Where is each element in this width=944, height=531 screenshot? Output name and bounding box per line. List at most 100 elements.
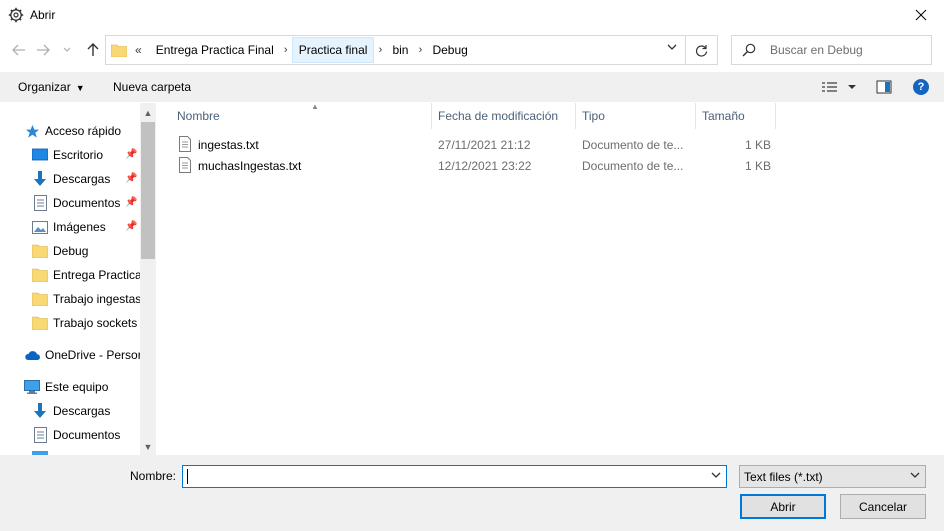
nav-item-este-equipo[interactable]: Este equipo <box>24 376 156 398</box>
documents-icon <box>32 427 48 443</box>
breadcrumb-debug[interactable]: Debug <box>426 37 473 63</box>
column-label: Nombre <box>177 109 220 123</box>
text-file-icon <box>179 157 191 173</box>
scroll-up-icon[interactable]: ▲ <box>140 105 156 121</box>
chevron-down-icon <box>63 47 71 52</box>
nav-item-trabajo-sockets[interactable]: Trabajo sockets <box>32 312 156 334</box>
column-label: Tamaño <box>702 109 745 123</box>
breadcrumb-practica-final[interactable]: Practica final <box>291 37 375 63</box>
navigation-pane: Acceso rápido Escritorio 📌 Descargas 📌 D… <box>0 103 156 455</box>
address-dropdown-icon[interactable] <box>667 44 677 51</box>
caret-down-icon: ▼ <box>75 83 85 93</box>
breadcrumb-separator-icon[interactable]: › <box>414 44 426 56</box>
nav-item-label: Descargas <box>53 404 111 418</box>
nav-item-trabajo-ingestas[interactable]: Trabajo ingestas <box>32 288 156 310</box>
window-title: Abrir <box>30 8 56 22</box>
new-folder-label: Nueva carpeta <box>113 80 192 94</box>
file-type: Documento de te... <box>582 159 684 173</box>
breadcrumb-separator-icon[interactable]: › <box>280 44 292 56</box>
dialog-footer: Nombre: Text files (*.txt) Abrir Cancela… <box>0 455 944 531</box>
breadcrumb-entrega-practica-final[interactable]: Entrega Practica Final <box>150 37 280 63</box>
search-icon <box>742 43 756 57</box>
nav-item-label: Documentos <box>53 196 121 210</box>
open-button[interactable]: Abrir <box>740 494 826 519</box>
quick-access-item[interactable]: Acceso rápido <box>24 120 156 142</box>
pin-icon: 📌 <box>125 173 138 184</box>
close-button[interactable] <box>898 0 944 30</box>
file-size: 1 KB <box>745 138 772 152</box>
forward-button[interactable] <box>32 39 54 61</box>
nav-item-label: Escritorio <box>53 148 104 162</box>
nav-item-pc-documentos[interactable]: Documentos <box>32 424 156 446</box>
new-folder-button[interactable]: Nueva carpeta <box>113 80 191 94</box>
column-header-modified[interactable]: Fecha de modificación <box>432 103 576 129</box>
column-label: Fecha de modificación <box>438 109 559 123</box>
file-type-select[interactable]: Text files (*.txt) <box>739 465 926 488</box>
breadcrumb-separator-icon[interactable]: › <box>374 44 386 56</box>
change-view-button[interactable] <box>822 79 858 98</box>
file-name: muchasIngestas.txt <box>198 159 302 173</box>
file-row[interactable]: muchasIngestas.txt 12/12/2021 23:22 Docu… <box>157 155 944 176</box>
nav-item-debug[interactable]: Debug <box>32 240 156 262</box>
nav-item-entrega-practica[interactable]: Entrega Practica <box>32 264 156 286</box>
file-type: Documento de te... <box>582 138 684 152</box>
back-arrow-icon <box>12 44 25 56</box>
folder-icon <box>32 291 48 307</box>
file-name-input[interactable] <box>182 465 727 488</box>
documents-icon <box>32 195 48 211</box>
nav-item-label: OneDrive - Persor <box>45 348 142 362</box>
details-view-icon <box>822 82 856 92</box>
cloud-icon <box>24 347 40 363</box>
organize-button[interactable]: Organizar ▼ <box>18 80 85 94</box>
nav-pane-scrollbar[interactable]: ▲ ▼ <box>140 103 156 455</box>
chevron-down-icon[interactable] <box>711 472 721 479</box>
star-icon <box>24 123 40 139</box>
forward-arrow-icon <box>37 44 50 56</box>
close-icon <box>915 9 927 21</box>
nav-item-label: Entrega Practica <box>53 268 142 282</box>
column-label: Tipo <box>582 109 605 123</box>
computer-icon <box>24 379 40 395</box>
column-header-type[interactable]: Tipo <box>576 103 696 129</box>
file-size: 1 KB <box>745 159 772 173</box>
column-header-size[interactable]: Tamaño <box>696 103 776 129</box>
search-placeholder[interactable]: Buscar en Debug <box>770 43 863 57</box>
pin-icon: 📌 <box>125 221 138 232</box>
nav-item-label: Este equipo <box>45 380 109 394</box>
folder-icon <box>32 243 48 259</box>
command-bar: Organizar ▼ Nueva carpeta <box>0 72 944 102</box>
file-list: Nombre ▲ Fecha de modificación Tipo Tama… <box>157 102 944 455</box>
nav-item-label: Imágenes <box>53 220 106 234</box>
file-type-value: Text files (*.txt) <box>744 470 823 484</box>
refresh-button[interactable] <box>686 35 718 65</box>
breadcrumb-bin[interactable]: bin <box>386 37 414 63</box>
title-bar: Abrir <box>0 0 944 30</box>
pin-icon: 📌 <box>125 197 138 208</box>
nav-item-onedrive[interactable]: OneDrive - Persor <box>24 344 156 366</box>
search-box[interactable]: Buscar en Debug <box>731 35 932 65</box>
text-file-icon <box>179 136 191 152</box>
nav-item-pc-descargas[interactable]: Descargas <box>32 400 156 422</box>
scroll-down-icon[interactable]: ▼ <box>140 439 156 455</box>
nav-item-label: Documentos <box>53 428 121 442</box>
help-icon[interactable]: ? <box>913 79 929 95</box>
recent-locations-button[interactable] <box>60 39 74 61</box>
column-header-name[interactable]: Nombre ▲ <box>171 102 432 129</box>
overflow-marker[interactable]: « <box>135 43 142 57</box>
organize-label: Organizar <box>18 80 71 94</box>
scrollbar-thumb[interactable] <box>141 122 155 259</box>
downloads-icon <box>32 403 48 419</box>
preview-pane-button[interactable] <box>876 79 892 98</box>
nav-item-label: Trabajo ingestas <box>53 292 142 306</box>
file-row[interactable]: ingestas.txt 27/11/2021 21:12 Documento … <box>157 134 944 155</box>
address-bar[interactable]: « Entrega Practica Final › Practica fina… <box>105 35 686 65</box>
file-name: ingestas.txt <box>198 138 259 152</box>
app-gear-icon <box>8 7 24 23</box>
up-button[interactable] <box>82 39 104 61</box>
cancel-button[interactable]: Cancelar <box>840 494 926 519</box>
file-modified: 27/11/2021 21:12 <box>438 138 531 152</box>
refresh-icon <box>695 44 708 57</box>
desktop-icon <box>32 147 48 163</box>
nav-item-label: Trabajo sockets <box>53 316 138 330</box>
back-button[interactable] <box>8 39 30 61</box>
